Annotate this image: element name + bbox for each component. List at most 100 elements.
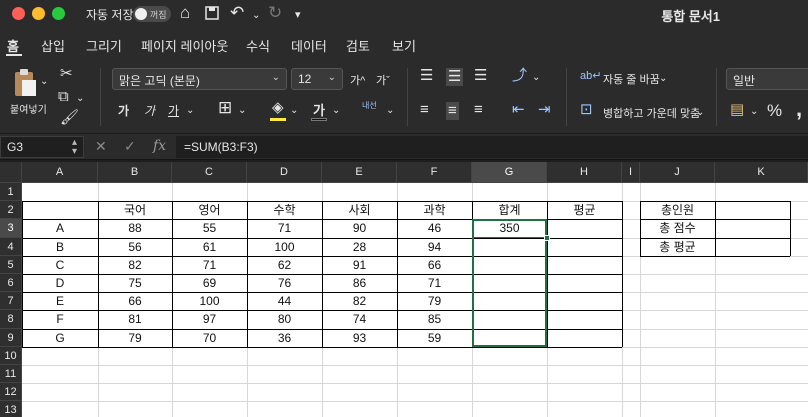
row-header-12[interactable]: 12 [0, 383, 22, 402]
header-cell[interactable]: 합계 [472, 201, 547, 219]
orientation-dropdown-icon[interactable]: ⌄ [532, 70, 540, 86]
align-center-icon[interactable]: ≡ [446, 102, 459, 120]
copy-icon[interactable]: ⧉ [58, 89, 69, 105]
row-header-4[interactable]: 4 [0, 237, 22, 256]
summary-value-cell[interactable] [715, 238, 808, 256]
row-header-10[interactable]: 10 [0, 346, 22, 365]
table-cell[interactable]: E [22, 292, 98, 310]
column-header-d[interactable]: D [247, 162, 322, 183]
align-bottom-icon[interactable]: ☰ [474, 68, 487, 84]
table-cell[interactable] [547, 274, 622, 292]
table-cell[interactable] [547, 292, 622, 310]
comma-style-button[interactable]: , [796, 96, 802, 122]
increase-indent-icon[interactable]: ⇥ [538, 102, 551, 118]
column-header-k[interactable]: K [715, 162, 808, 183]
tab-draw[interactable]: 그리기 [86, 36, 122, 55]
table-cell[interactable]: 81 [98, 310, 172, 328]
align-middle-icon[interactable]: ☰ [446, 68, 464, 86]
table-cell[interactable] [547, 310, 622, 328]
fill-color-dropdown-icon[interactable]: ⌄ [290, 103, 298, 119]
accounting-format-icon[interactable]: ▤ [730, 102, 744, 118]
column-header-a[interactable]: A [22, 162, 98, 183]
column-header-g[interactable]: G [472, 162, 547, 183]
text-direction-dropdown-icon[interactable]: ⌄ [386, 103, 394, 119]
table-cell[interactable]: 90 [322, 219, 397, 237]
align-left-icon[interactable]: ≡ [420, 102, 429, 118]
number-format-dropdown[interactable]: 일반 [726, 68, 808, 90]
grow-font-button[interactable]: 가^ [350, 72, 365, 88]
table-cell[interactable]: 28 [322, 238, 397, 256]
table-cell[interactable]: 86 [322, 274, 397, 292]
merge-dropdown-icon[interactable]: ⌄ [696, 105, 704, 121]
underline-dropdown-icon[interactable]: ⌄ [186, 103, 194, 119]
name-box[interactable]: G3 ▴ ▾ [0, 136, 84, 158]
header-cell[interactable]: 영어 [172, 201, 247, 219]
summary-value-cell[interactable] [715, 201, 808, 219]
table-cell[interactable]: 88 [98, 219, 172, 237]
table-cell[interactable]: 91 [322, 256, 397, 274]
text-direction-button[interactable]: 내선 [362, 100, 377, 111]
wrap-text-button[interactable]: 자동 줄 바꿈 [603, 71, 660, 87]
row-header-8[interactable]: 8 [0, 310, 22, 329]
tab-home[interactable]: 홈 [7, 36, 19, 55]
table-cell[interactable]: 36 [247, 329, 322, 347]
paste-dropdown-icon[interactable]: ⌄ [40, 74, 48, 90]
column-header-f[interactable]: F [397, 162, 472, 183]
table-cell[interactable]: 56 [98, 238, 172, 256]
table-cell[interactable]: D [22, 274, 98, 292]
row-header-3[interactable]: 3 [0, 219, 22, 238]
table-cell[interactable]: 66 [98, 292, 172, 310]
table-cell[interactable]: 70 [172, 329, 247, 347]
table-cell[interactable]: 82 [322, 292, 397, 310]
name-box-stepper-icon[interactable]: ▴ ▾ [72, 138, 77, 157]
table-cell[interactable]: G [22, 329, 98, 347]
table-cell[interactable] [547, 329, 622, 347]
header-cell[interactable]: 국어 [98, 201, 172, 219]
summary-label-cell[interactable]: 총 점수 [640, 219, 715, 237]
table-cell[interactable]: 66 [397, 256, 472, 274]
italic-button[interactable]: 가 [144, 102, 155, 119]
table-cell[interactable]: 100 [247, 238, 322, 256]
select-all-corner[interactable] [0, 162, 22, 183]
worksheet-grid[interactable]: A B C D E F G H I J K 1 2 3 4 5 6 7 8 9 10 11 12 13 국어 영어 수학 사회 과학 합계… [0, 162, 808, 417]
column-header-e[interactable]: E [322, 162, 397, 183]
table-cell[interactable]: 75 [98, 274, 172, 292]
borders-dropdown-icon[interactable]: ⌄ [238, 103, 246, 119]
table-cell[interactable]: 44 [247, 292, 322, 310]
table-cell[interactable]: B [22, 238, 98, 256]
formula-input[interactable]: =SUM(B3:F3) [176, 136, 808, 158]
table-cell[interactable]: 100 [172, 292, 247, 310]
table-cell[interactable]: 71 [397, 274, 472, 292]
table-cell[interactable]: 85 [397, 310, 472, 328]
table-cell[interactable]: 69 [172, 274, 247, 292]
font-color-button[interactable]: 가 [313, 100, 325, 119]
table-cell[interactable] [547, 219, 622, 237]
table-cell[interactable]: 46 [397, 219, 472, 237]
wrap-text-icon[interactable]: ab↵ [580, 68, 601, 84]
align-right-icon[interactable]: ≡ [474, 102, 483, 118]
confirm-entry-icon[interactable]: ✓ [124, 138, 136, 155]
tab-formulas[interactable]: 수식 [246, 36, 270, 55]
row-header-13[interactable]: 13 [0, 401, 22, 417]
insert-function-button[interactable]: fx [153, 138, 166, 154]
tab-review[interactable]: 검토 [346, 36, 370, 55]
tab-page-layout[interactable]: 페이지 레이아웃 [141, 36, 228, 55]
table-cell[interactable]: 79 [397, 292, 472, 310]
table-cell[interactable]: 93 [322, 329, 397, 347]
table-cell[interactable]: 62 [247, 256, 322, 274]
tab-insert[interactable]: 삽입 [41, 36, 65, 55]
table-cell[interactable]: 79 [98, 329, 172, 347]
table-cell[interactable]: 61 [172, 238, 247, 256]
merge-center-icon[interactable]: ⊡ [580, 102, 593, 118]
copy-dropdown-icon[interactable]: ⌄ [76, 91, 84, 107]
font-name-dropdown[interactable]: 맑은 고딕 (본문) ⌄ [112, 68, 287, 90]
table-cell[interactable]: 76 [247, 274, 322, 292]
borders-icon[interactable]: ⊞ [218, 99, 232, 116]
orientation-icon[interactable]: ⤴ [512, 68, 527, 84]
header-cell[interactable]: 과학 [397, 201, 472, 219]
underline-button[interactable]: 가 [168, 102, 179, 119]
summary-value-cell[interactable] [715, 219, 808, 237]
font-size-dropdown[interactable]: 12 ⌄ [291, 68, 343, 90]
tab-view[interactable]: 보기 [392, 36, 416, 55]
cancel-entry-icon[interactable]: ✕ [95, 138, 107, 155]
